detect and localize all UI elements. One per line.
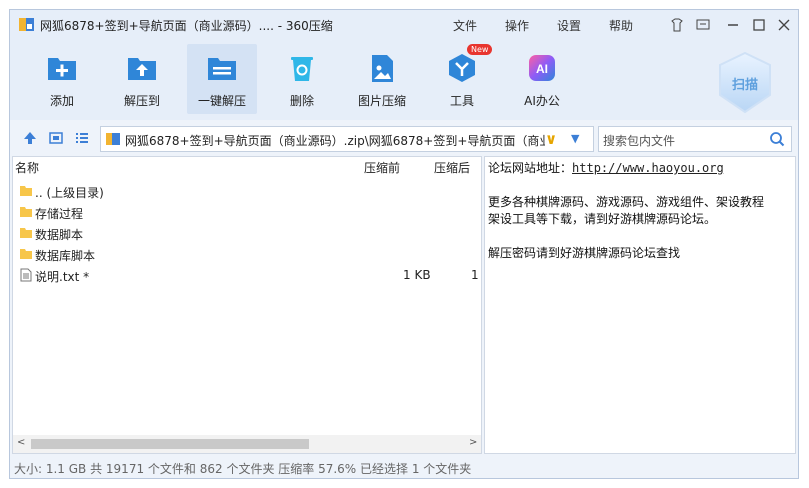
ai-icon-text: AI	[536, 62, 548, 76]
close-icon[interactable]	[775, 16, 793, 34]
search-icon[interactable]	[769, 131, 785, 147]
address-path: 网狐6878+签到+导航页面（商业源码）.zip\网狐6878+签到+导航页面（…	[125, 134, 545, 148]
delete-label: 删除	[289, 94, 314, 108]
text-file-icon	[20, 268, 32, 282]
extract-to-label: 解压到	[123, 94, 160, 108]
preview-line-2: 更多各种棋牌源码、游戏源码、游戏组件、架设教程	[488, 195, 765, 209]
menu-operate[interactable]: 操作	[505, 17, 529, 34]
preview-line-3: 架设工具等下载，请到好游棋牌源码论坛。	[488, 212, 717, 226]
file-name: 数据脚本	[35, 228, 84, 242]
menu-settings[interactable]: 设置	[557, 17, 581, 34]
forum-label: 论坛网站地址：	[488, 161, 573, 175]
feedback-icon[interactable]	[694, 16, 712, 34]
column-name[interactable]: 名称	[15, 159, 39, 176]
add-button[interactable]: 添加	[27, 44, 97, 114]
scroll-left-icon[interactable]: <	[17, 437, 25, 448]
zip-file-icon	[106, 133, 120, 145]
file-name: 说明.txt *	[35, 270, 90, 284]
title-bar: 网狐6878+签到+导航页面（商业源码）.... - 360压缩 文件 操作 设…	[10, 10, 798, 40]
image-compress-icon	[372, 55, 393, 82]
search-box[interactable]: 搜索包内文件	[598, 126, 792, 152]
file-size: 1 KB	[403, 268, 431, 282]
file-name: 数据库脚本	[35, 249, 96, 263]
folder-icon	[20, 249, 32, 259]
new-badge: New	[467, 44, 493, 55]
ai-office-button[interactable]: AI AI办公	[507, 44, 577, 114]
add-label: 添加	[49, 94, 74, 108]
window-title: 网狐6878+签到+导航页面（商业源码）.... - 360压缩	[40, 19, 333, 33]
ai-office-label: AI办公	[524, 94, 560, 108]
delete-icon	[291, 57, 313, 81]
one-click-extract-button[interactable]: 一键解压	[187, 44, 257, 114]
scroll-right-icon[interactable]: >	[469, 437, 477, 448]
folder-icon	[20, 186, 32, 196]
ai-office-icon: AI	[529, 55, 555, 81]
column-size[interactable]: 压缩前	[364, 159, 400, 176]
one-click-extract-icon	[208, 58, 236, 80]
app-window: 网狐6878+签到+导航页面（商业源码）.... - 360压缩 文件 操作 设…	[9, 9, 799, 479]
scan-label: 扫描	[732, 77, 758, 93]
menu-help[interactable]: 帮助	[609, 17, 633, 34]
address-row: 网狐6878+签到+导航页面（商业源码）.zip\网狐6878+签到+导航页面（…	[10, 120, 798, 156]
dropdown-arrow-icon[interactable]: ▼	[571, 132, 579, 145]
image-compress-button[interactable]: 图片压缩	[347, 44, 417, 114]
extract-to-icon	[128, 58, 156, 80]
forum-link[interactable]: http://www.haoyou.org	[572, 161, 724, 175]
folder-icon	[20, 207, 32, 217]
thumbnail-view-icon[interactable]	[48, 130, 64, 146]
folder-icon	[20, 228, 32, 238]
tools-icon	[449, 54, 475, 82]
delete-button[interactable]: 删除	[267, 44, 337, 114]
scrollbar-thumb[interactable]	[31, 439, 309, 449]
list-item[interactable]: 数据脚本	[13, 223, 481, 244]
horizontal-scrollbar[interactable]: < >	[13, 435, 481, 453]
tools-button[interactable]: New 工具	[427, 44, 497, 114]
file-name: 存储过程	[35, 207, 84, 221]
skin-icon[interactable]	[668, 16, 686, 34]
address-bar[interactable]: 网狐6878+签到+导航页面（商业源码）.zip\网狐6878+签到+导航页面（…	[100, 126, 594, 152]
preview-line-4: 解压密码请到好游棋牌源码论坛查找	[488, 246, 681, 260]
toolbar: 添加 解压到 一键解压 删除 图片压缩 New 工具 AI AI办公 扫描	[10, 40, 798, 120]
one-click-extract-label: 一键解压	[197, 94, 246, 108]
extract-to-button[interactable]: 解压到	[107, 44, 177, 114]
up-arrow-icon[interactable]	[22, 130, 38, 146]
archive-app-icon	[19, 18, 34, 31]
status-bar: 大小: 1.1 GB 共 19171 个文件和 862 个文件夹 压缩率 57.…	[10, 456, 798, 478]
image-compress-label: 图片压缩	[357, 94, 406, 108]
file-compressed-size: 1	[471, 268, 479, 282]
file-name: .. (上级目录)	[35, 186, 104, 200]
maximize-icon[interactable]	[750, 16, 768, 34]
list-view-icon[interactable]	[74, 130, 90, 146]
file-list: 名称 压缩前 压缩后 .. (上级目录) 存储过程 数据脚本 数据库脚本 说明.…	[12, 156, 482, 454]
preview-pane: 论坛网站地址：http://www.haoyou.org 更多各种棋牌源码、游戏…	[484, 156, 796, 454]
add-icon	[48, 58, 76, 80]
tools-label: 工具	[449, 94, 474, 108]
chevron-right-icon: ∨	[545, 130, 558, 148]
list-item-parent-dir[interactable]: .. (上级目录)	[13, 181, 481, 202]
list-item[interactable]: 数据库脚本	[13, 244, 481, 265]
search-placeholder: 搜索包内文件	[603, 134, 676, 148]
scan-shield-icon[interactable]: 扫描	[715, 50, 775, 116]
preview-line-forum: 论坛网站地址：http://www.haoyou.org	[488, 159, 724, 176]
menu-file[interactable]: 文件	[453, 17, 477, 34]
minimize-icon[interactable]	[724, 16, 742, 34]
status-text: 大小: 1.1 GB 共 19171 个文件和 862 个文件夹 压缩率 57.…	[14, 462, 472, 476]
list-item[interactable]: 存储过程	[13, 202, 481, 223]
column-compressed-size[interactable]: 压缩后	[434, 159, 470, 176]
list-item[interactable]: 说明.txt * 1 KB 1	[13, 265, 481, 286]
